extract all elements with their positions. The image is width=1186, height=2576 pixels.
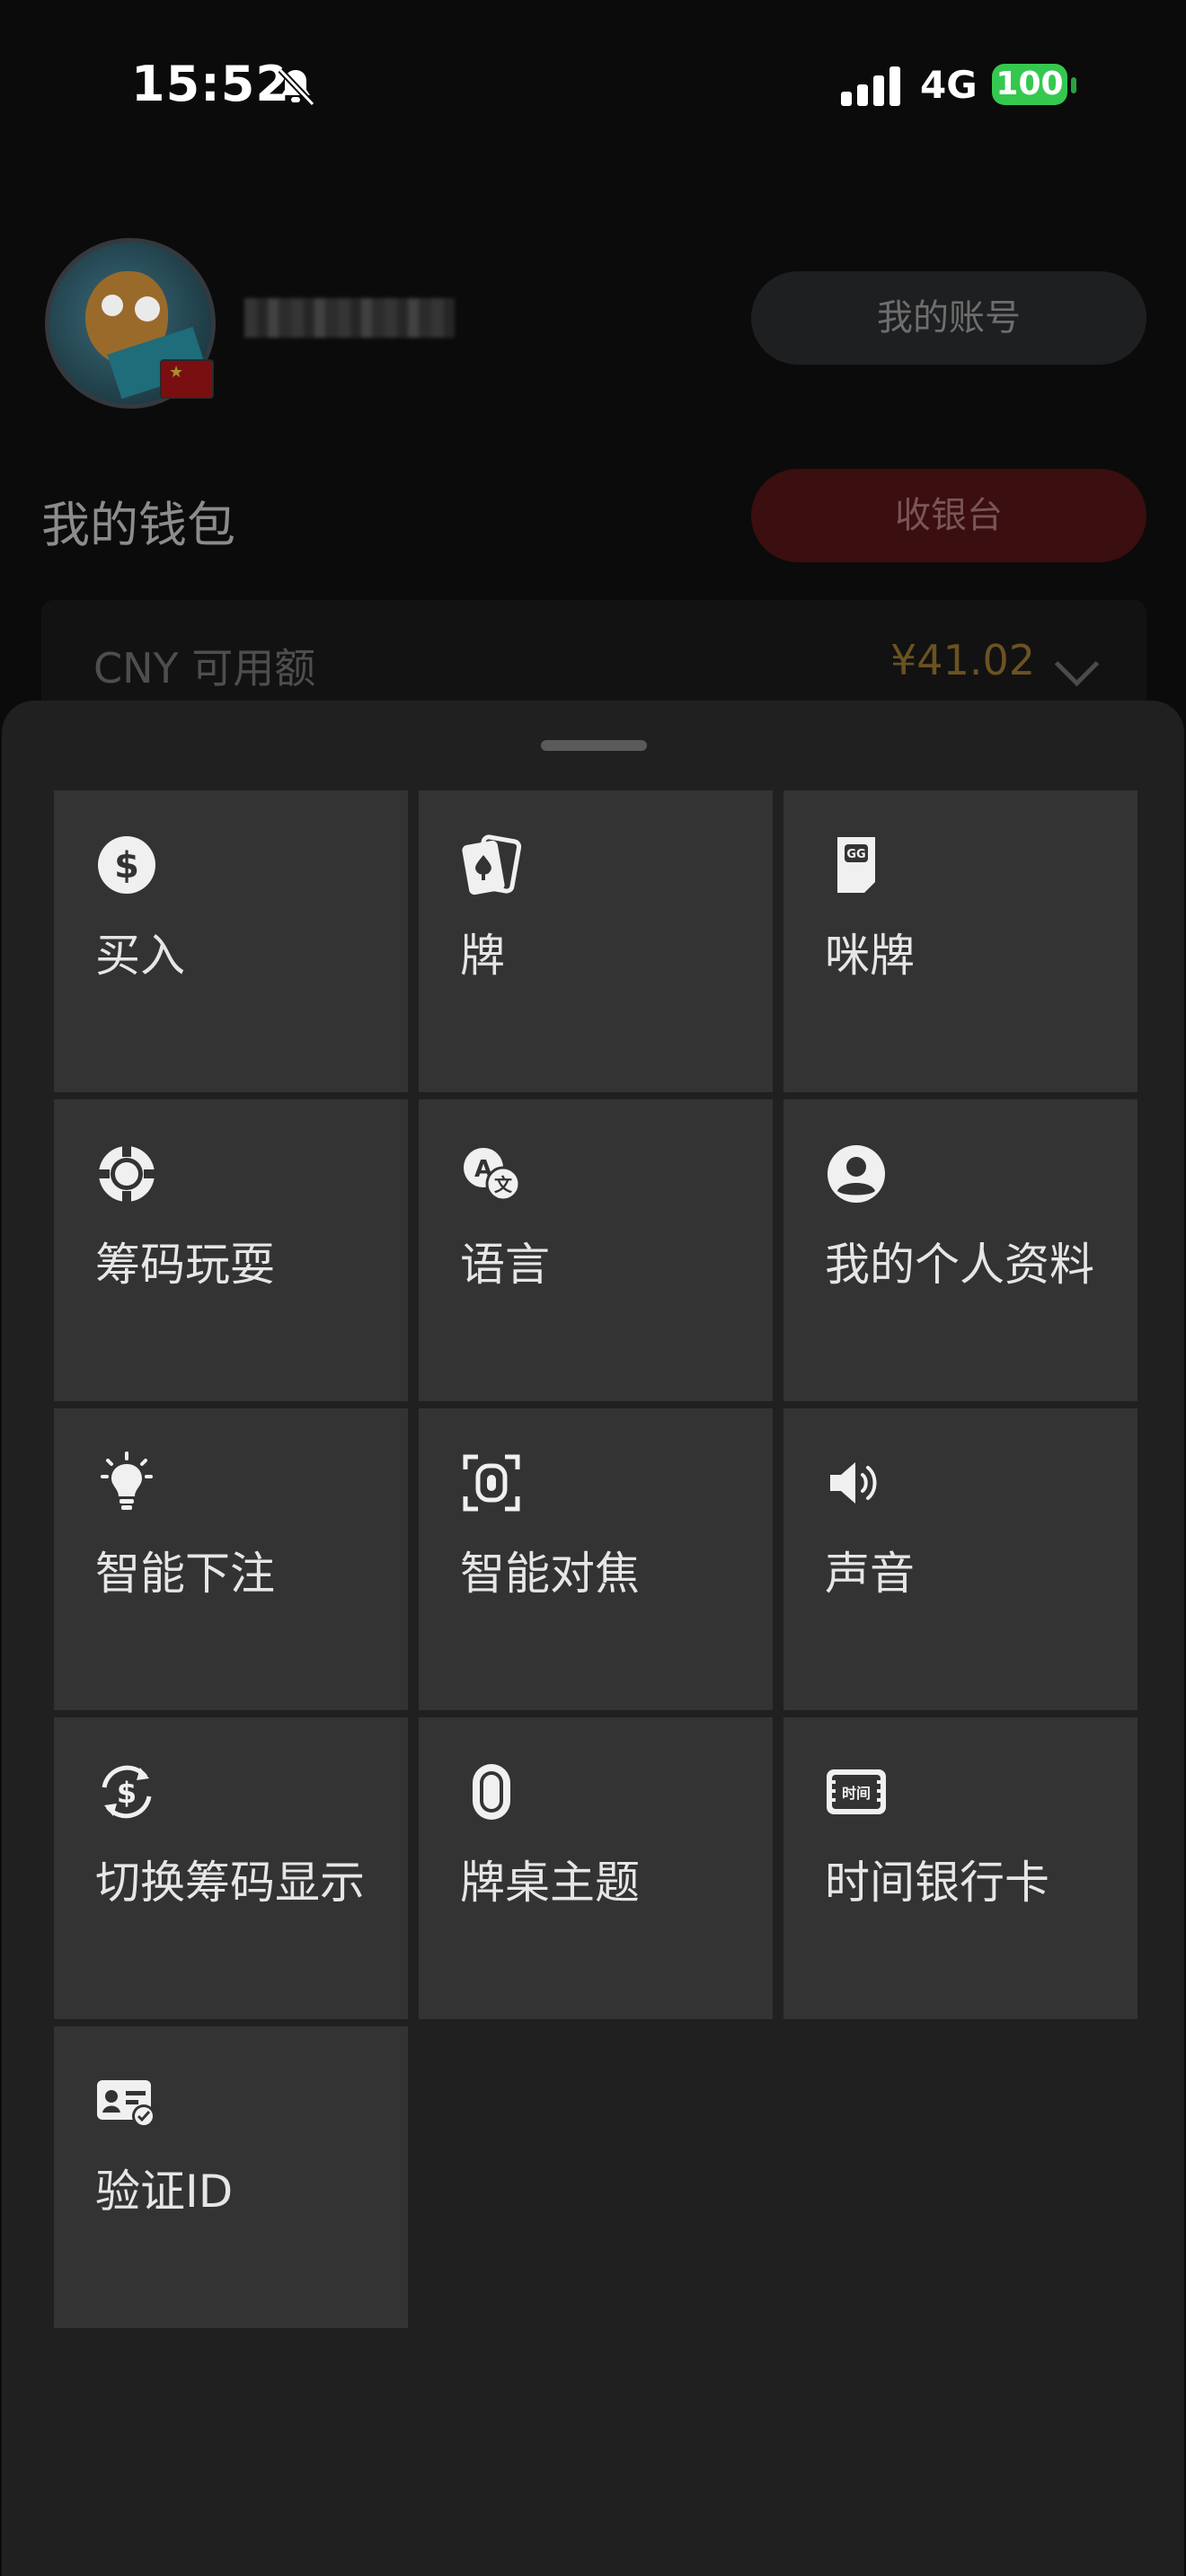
svg-text:$: $ (117, 1776, 137, 1810)
avatar-fish-eye-right (135, 296, 160, 322)
menu-item-label: 我的个人资料 (825, 1239, 1094, 1291)
chevron-down-icon[interactable] (1054, 641, 1100, 687)
sheet-drag-handle[interactable] (541, 740, 647, 751)
balance-amount: ¥41.02 (890, 636, 1035, 684)
menu-item-chip-play[interactable]: 筹码玩耍 (54, 1099, 408, 1401)
status-bar: 15:52 4G 100 (0, 0, 1186, 171)
menu-item-label: 语言 (460, 1239, 550, 1291)
menu-item-smart-focus[interactable]: 智能对焦 (419, 1408, 773, 1710)
menu-item-table-theme[interactable]: 牌桌主题 (419, 1717, 773, 2019)
menu-item-label: 智能对焦 (460, 1548, 640, 1600)
battery-indicator: 100 (992, 64, 1067, 105)
poker-chip-icon (99, 1146, 155, 1202)
status-time: 15:52 (131, 56, 290, 112)
menu-bottom-sheet: $ 买入 牌 GG 咪牌 筹码玩耍 A 文 语言 我的个人资料 智能下注 智能对… (2, 701, 1184, 2576)
menu-item-label: 牌 (460, 930, 505, 982)
menu-item-smart-bet[interactable]: 智能下注 (54, 1408, 408, 1710)
page: 15:52 4G 100 ★ 我的账号 我的钱包 收银台 CNY 可用额 ¥41… (0, 0, 1186, 2576)
menu-item-buy-in[interactable]: $ 买入 (54, 790, 408, 1092)
china-flag-icon: ★ (160, 359, 214, 399)
currency-label: CNY 可用额 (93, 644, 316, 693)
menu-item-label: 筹码玩耍 (95, 1239, 275, 1291)
network-type: 4G (920, 63, 978, 107)
svg-text:$: $ (114, 845, 139, 887)
menu-item-label: 切换筹码显示 (95, 1857, 365, 1909)
table-theme-icon (473, 1764, 510, 1820)
menu-item-label: 智能下注 (95, 1548, 275, 1600)
wallet-balance-row[interactable]: CNY 可用额 ¥41.02 (41, 600, 1146, 717)
my-account-button[interactable]: 我的账号 (751, 271, 1146, 365)
wallet-title: 我的钱包 (41, 497, 235, 553)
menu-item-label: 验证ID (95, 2166, 234, 2218)
svg-text:GG: GG (846, 848, 865, 861)
menu-item-verify-id[interactable]: 验证ID (54, 2026, 408, 2328)
switch-currency-icon: $ (102, 1765, 152, 1819)
svg-text:文: 文 (494, 1174, 513, 1195)
silent-bell-icon (278, 67, 315, 107)
menu-item-label: 声音 (825, 1548, 915, 1600)
gg-card-icon: GG (837, 837, 875, 893)
menu-item-cards[interactable]: 牌 (419, 790, 773, 1092)
menu-item-label: 买入 (95, 930, 185, 982)
focus-frame-icon (463, 1454, 520, 1512)
menu-item-my-profile[interactable]: 我的个人资料 (783, 1099, 1137, 1401)
battery-tip (1071, 77, 1076, 93)
lightbulb-icon (101, 1451, 153, 1510)
time-card-icon-text: 时间 (842, 1785, 871, 1802)
menu-item-sound[interactable]: 声音 (783, 1408, 1137, 1710)
flag-star-icon: ★ (169, 363, 184, 382)
speaker-icon (830, 1462, 877, 1504)
dollar-coin-icon: $ (98, 836, 155, 894)
menu-item-squeeze[interactable]: GG 咪牌 (783, 790, 1137, 1092)
playing-cards-icon (462, 834, 522, 895)
avatar-fish-eye-left (102, 295, 123, 316)
verify-id-icon (97, 2080, 155, 2128)
menu-item-switch-chip-display[interactable]: $ 切换筹码显示 (54, 1717, 408, 2019)
menu-item-label: 咪牌 (825, 930, 915, 982)
user-profile-icon (828, 1145, 885, 1203)
cellular-signal-icon (841, 66, 900, 106)
menu-item-label: 牌桌主题 (460, 1857, 640, 1909)
menu-item-label: 时间银行卡 (825, 1857, 1049, 1909)
cashier-button[interactable]: 收银台 (751, 469, 1146, 562)
time-bank-card-icon: 时间 (827, 1769, 886, 1814)
translate-icon: A 文 (464, 1148, 521, 1202)
menu-item-time-bank-card[interactable]: 时间 时间银行卡 (783, 1717, 1137, 2019)
blurred-username (244, 298, 455, 338)
menu-item-language[interactable]: A 文 语言 (419, 1099, 773, 1401)
